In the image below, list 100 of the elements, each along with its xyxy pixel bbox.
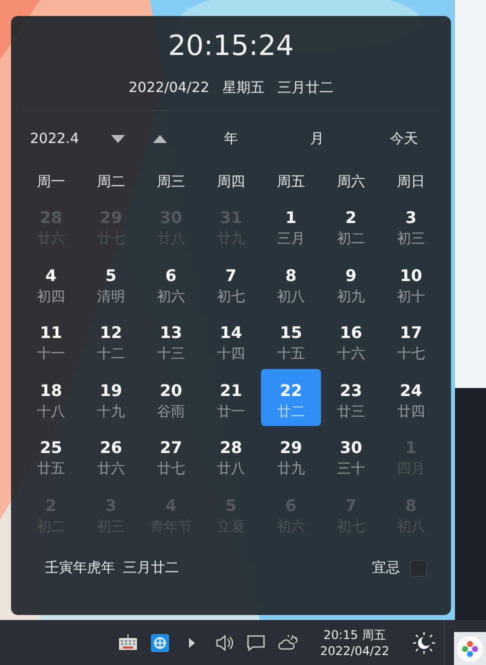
weekday-header: 周二 [97, 173, 125, 191]
day-cell[interactable]: 30 三十 [321, 426, 381, 484]
day-number: 11 [40, 322, 62, 344]
day-number: 25 [40, 437, 62, 459]
lunar-day: 初八 [277, 286, 305, 306]
day-number: 5 [105, 264, 117, 286]
volume-button[interactable] [214, 632, 234, 652]
day-cell[interactable]: 28 廿八 [201, 426, 261, 484]
lunar-day: 初九 [337, 286, 365, 306]
lunar-day: 十三 [157, 344, 185, 364]
lunar-day: 初四 [37, 286, 65, 306]
day-number: 23 [340, 380, 362, 402]
day-cell[interactable]: 18 十八 [21, 368, 81, 426]
lunar-day: 廿一 [217, 402, 245, 422]
keyboard-button[interactable] [118, 632, 138, 652]
weekday-header: 周日 [397, 173, 425, 191]
day-number: 4 [45, 264, 57, 286]
day-number: 2 [345, 207, 357, 229]
day-number: 29 [280, 437, 302, 459]
lunar-day: 十六 [337, 344, 365, 364]
lunar-day: 廿二 [277, 402, 305, 422]
lunar-day: 初十 [397, 286, 425, 306]
day-cell[interactable]: 1 三月 [261, 196, 321, 254]
day-number: 13 [160, 322, 182, 344]
weekday-text: 星期五 [222, 79, 264, 98]
day-cell[interactable]: 20 谷雨 [141, 368, 201, 426]
day-number: 24 [400, 380, 422, 402]
day-cell[interactable]: 10 初十 [381, 254, 441, 311]
lunar-day: 十四 [217, 344, 245, 364]
day-cell[interactable]: 12 十二 [81, 311, 141, 368]
weather-icon [278, 632, 298, 652]
day-number: 9 [345, 264, 357, 286]
year-button[interactable]: 年 [211, 126, 251, 152]
day-cell[interactable]: 26 廿六 [81, 426, 141, 484]
day-cell[interactable]: 16 十六 [321, 311, 381, 368]
lunar-day: 初二 [337, 229, 365, 249]
day-cell[interactable]: 8 初八 [261, 254, 321, 311]
chat-icon [246, 632, 266, 652]
lunar-day: 三月 [277, 229, 305, 249]
day-cell[interactable]: 13 十三 [141, 311, 201, 368]
day-number: 19 [100, 380, 122, 402]
lunar-day: 廿三 [337, 402, 365, 422]
day-cell[interactable]: 15 十五 [261, 311, 321, 368]
day-cell[interactable]: 7 初七 [201, 254, 261, 311]
lunar-date-text: 三月廿二 [123, 559, 179, 577]
lunar-day: 廿九 [277, 459, 305, 479]
lunar-day: 十一 [37, 344, 65, 364]
lunar-day: 初六 [157, 286, 185, 306]
yiji-label: 宜忌 [372, 559, 400, 577]
weekday-header: 周四 [217, 173, 245, 191]
month-label: 2022.4 [30, 131, 80, 147]
caret-up-icon [153, 135, 167, 143]
today-button[interactable]: 今天 [379, 126, 429, 152]
day-cell[interactable]: 5 清明 [81, 254, 141, 311]
month-button[interactable]: 月 [297, 126, 337, 152]
day-cell[interactable]: 14 十四 [201, 311, 261, 368]
day-number: 17 [400, 322, 422, 344]
day-cell[interactable]: 17 十七 [381, 311, 441, 368]
day-cell[interactable]: 24 廿四 [381, 368, 441, 426]
day-cell[interactable]: 6 初六 [141, 254, 201, 311]
lunar-day: 十二 [97, 344, 125, 364]
lunar-day: 十九 [97, 402, 125, 422]
day-number: 14 [220, 322, 242, 344]
lunar-year-text: 壬寅年虎年 [45, 559, 115, 577]
day-number: 22 [280, 380, 302, 402]
day-cell[interactable]: 9 初九 [321, 254, 381, 311]
lunar-day: 廿五 [37, 459, 65, 479]
day-number: 15 [280, 322, 302, 344]
chat-button[interactable] [246, 632, 266, 652]
day-number: 3 [405, 207, 417, 229]
taskbar-clock[interactable]: 20:15 周五 2022/04/22 [318, 626, 392, 658]
launcher-button[interactable] [454, 632, 486, 665]
day-cell[interactable]: 23 廿三 [321, 368, 381, 426]
weather-button[interactable] [278, 632, 298, 652]
day-number: 6 [165, 264, 177, 286]
date-text: 2022/04/22 [128, 79, 210, 98]
lunar-day: 十八 [37, 402, 65, 422]
day-cell[interactable]: 21 廿一 [201, 368, 261, 426]
keyboard-icon [118, 632, 138, 652]
day-cell[interactable]: 3 初三 [381, 196, 441, 254]
lunar-day: 廿八 [217, 459, 245, 479]
day-cell[interactable]: 4 初四 [21, 254, 81, 311]
theme-toggle-button[interactable] [412, 630, 436, 654]
day-number: 21 [220, 380, 242, 402]
day-number: 12 [100, 322, 122, 344]
day-cell[interactable]: 2 初二 [321, 196, 381, 254]
lunar-day: 廿六 [97, 459, 125, 479]
app-launcher-icon [457, 636, 484, 662]
lunar-date-text: 三月廿二 [277, 79, 334, 98]
clock-time: 20:15:24 [167, 28, 295, 64]
day-cell[interactable]: 29 廿九 [261, 426, 321, 484]
day-number: 27 [160, 437, 182, 459]
day-cell[interactable]: 11 十一 [21, 311, 81, 368]
day-cell[interactable]: 27 廿七 [141, 426, 201, 484]
day-number: 20 [160, 380, 182, 402]
lunar-day: 廿七 [157, 459, 185, 479]
day-number: 1 [285, 207, 297, 229]
lunar-day: 廿四 [397, 402, 425, 422]
day-cell[interactable]: 19 十九 [81, 368, 141, 426]
day-cell[interactable]: 25 廿五 [21, 426, 81, 484]
